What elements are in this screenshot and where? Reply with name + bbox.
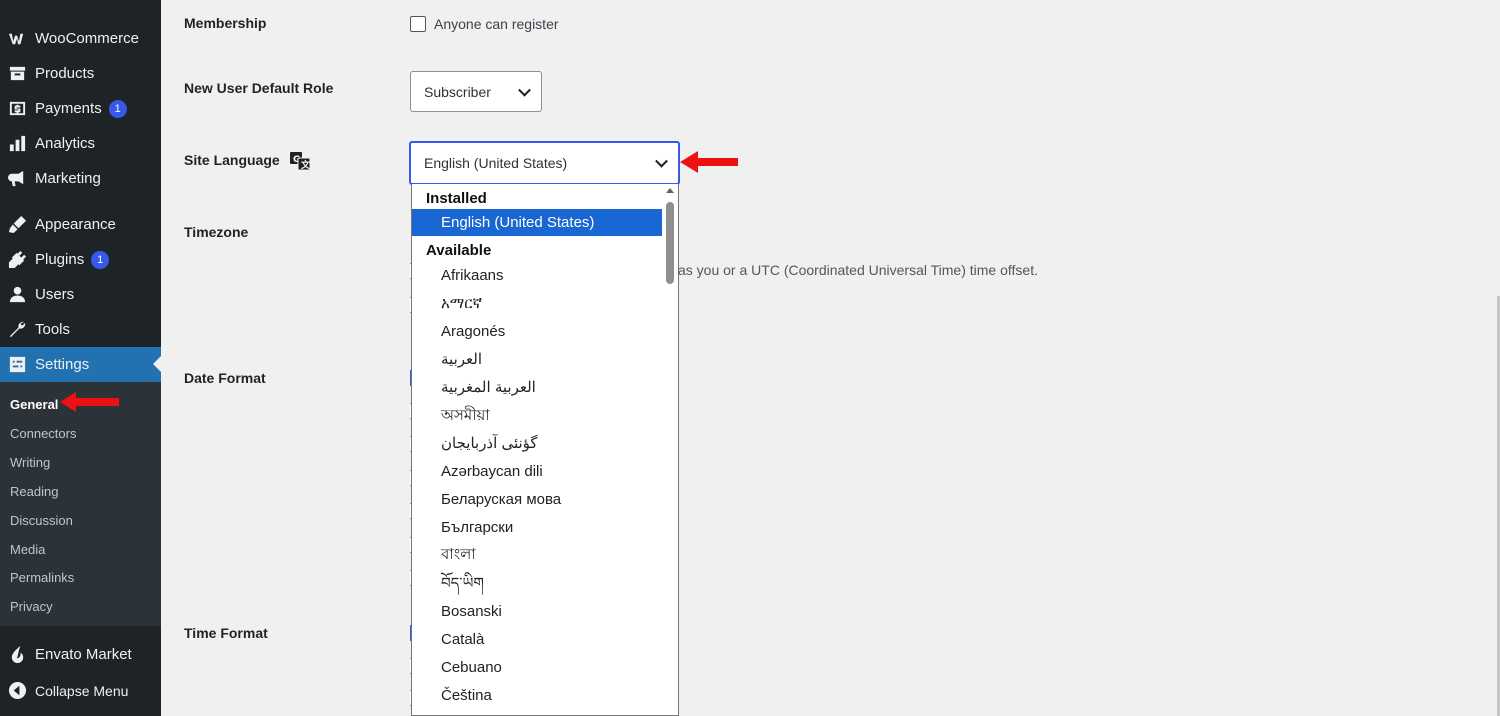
menu-item-tools[interactable]: Tools [0, 312, 161, 347]
submenu-media[interactable]: Media [10, 542, 45, 557]
woocommerce-icon [7, 29, 27, 49]
menu-label: Products [35, 65, 95, 82]
language-option[interactable]: Bosanski [412, 598, 662, 625]
menu-label: Marketing [35, 170, 101, 187]
svg-text:文: 文 [300, 159, 310, 170]
language-option[interactable]: Čeština [412, 682, 662, 709]
settings-icon [7, 355, 27, 375]
dropdown-scrollbar[interactable] [662, 184, 678, 715]
language-option[interactable]: گؤنئی آذربایجان [412, 430, 662, 457]
anyone-can-register-label[interactable]: Anyone can register [434, 16, 559, 32]
plugins-count-badge: 1 [91, 250, 110, 269]
language-option[interactable]: العربية المغربية [412, 374, 662, 401]
admin-sidebar: WooCommerce Products Payments 1 Analytic… [0, 0, 161, 716]
collapse-menu-button[interactable]: Collapse Menu [0, 673, 161, 708]
collapse-icon [7, 681, 27, 701]
submenu-permalinks[interactable]: Permalinks [10, 570, 74, 585]
payments-icon [7, 99, 27, 119]
menu-item-users[interactable]: Users [0, 277, 161, 312]
membership-label: Membership [184, 15, 267, 31]
language-option[interactable]: অসমীয়া [412, 402, 662, 429]
default-role-select[interactable]: Subscriber [410, 71, 542, 112]
language-option-selected[interactable]: English (United States) [412, 209, 662, 236]
menu-label: Envato Market [35, 646, 132, 663]
menu-item-woocommerce[interactable]: WooCommerce [0, 21, 161, 56]
language-option[interactable]: Català [412, 626, 662, 653]
menu-label: Tools [35, 321, 71, 338]
timezone-label: Timezone [184, 224, 249, 240]
submenu-general[interactable]: General [10, 397, 58, 412]
analytics-icon [7, 134, 27, 154]
site-language-value: English (United States) [424, 155, 568, 171]
menu-label: Payments [35, 100, 102, 117]
date-format-label: Date Format [184, 370, 266, 386]
anyone-can-register-checkbox[interactable] [410, 16, 426, 32]
payments-count-badge: 1 [108, 99, 127, 118]
default-role-label: New User Default Role [184, 80, 334, 96]
menu-label: Settings [35, 356, 90, 373]
envato-icon [7, 645, 27, 665]
menu-label: Users [35, 286, 75, 303]
submenu-reading[interactable]: Reading [10, 484, 58, 499]
menu-item-marketing[interactable]: Marketing [0, 161, 161, 196]
group-label-installed: Installed [426, 190, 487, 207]
site-language-dropdown-list[interactable]: Installed English (United States) Availa… [411, 184, 679, 716]
translation-icon: G 文 [289, 152, 310, 171]
users-icon [7, 285, 27, 305]
scrollbar-thumb[interactable] [666, 202, 674, 284]
group-label-available: Available [426, 242, 492, 259]
language-option[interactable]: Cebuano [412, 654, 662, 681]
menu-label: WooCommerce [35, 30, 139, 47]
language-option[interactable]: Aragonés [412, 318, 662, 345]
submenu-privacy[interactable]: Privacy [10, 599, 53, 614]
menu-item-products[interactable]: Products [0, 56, 161, 91]
annotation-arrow-site-language [680, 151, 738, 173]
tools-icon [7, 320, 27, 340]
active-indicator [153, 356, 161, 372]
menu-label: Collapse Menu [35, 682, 129, 699]
scroll-up-arrow-icon[interactable] [666, 188, 674, 193]
menu-item-payments[interactable]: Payments 1 [0, 91, 161, 126]
menu-label: Appearance [35, 216, 116, 233]
plugins-icon [7, 250, 27, 270]
chevron-down-icon [655, 154, 668, 168]
submenu-discussion[interactable]: Discussion [10, 513, 73, 528]
menu-item-settings[interactable]: Settings [0, 347, 161, 382]
menu-label: Analytics [35, 135, 96, 152]
language-option[interactable]: Български [412, 514, 662, 541]
time-format-label: Time Format [184, 625, 268, 641]
site-language-label: Site Language G 文 [184, 152, 310, 171]
default-role-value: Subscriber [424, 83, 491, 100]
menu-label: Plugins [35, 251, 85, 268]
submenu-writing[interactable]: Writing [10, 455, 50, 470]
language-option[interactable]: Afrikaans [412, 262, 662, 289]
language-option[interactable]: አማርኛ [412, 290, 662, 317]
language-option[interactable]: العربية [412, 346, 662, 373]
language-option[interactable]: བོད་ཡིག [412, 570, 662, 597]
appearance-icon [7, 215, 27, 235]
menu-item-envato-market[interactable]: Envato Market [0, 637, 161, 672]
language-option[interactable]: Беларуская мова [412, 486, 662, 513]
chevron-down-icon [518, 83, 531, 97]
language-option[interactable]: বাংলা [412, 541, 662, 568]
menu-item-analytics[interactable]: Analytics [0, 126, 161, 161]
language-option[interactable]: Azərbaycan dili [412, 458, 662, 485]
annotation-arrow-general [60, 392, 119, 412]
submenu-connectors[interactable]: Connectors [10, 426, 76, 441]
marketing-icon [7, 169, 27, 189]
menu-item-appearance[interactable]: Appearance [0, 207, 161, 242]
timezone-description: as you or a UTC (Coordinated Universal T… [678, 262, 1038, 278]
menu-item-plugins[interactable]: Plugins 1 [0, 242, 161, 277]
site-language-select[interactable]: English (United States) [409, 141, 680, 185]
settings-submenu: General Connectors Writing Reading Discu… [0, 382, 161, 626]
products-icon [7, 64, 27, 84]
